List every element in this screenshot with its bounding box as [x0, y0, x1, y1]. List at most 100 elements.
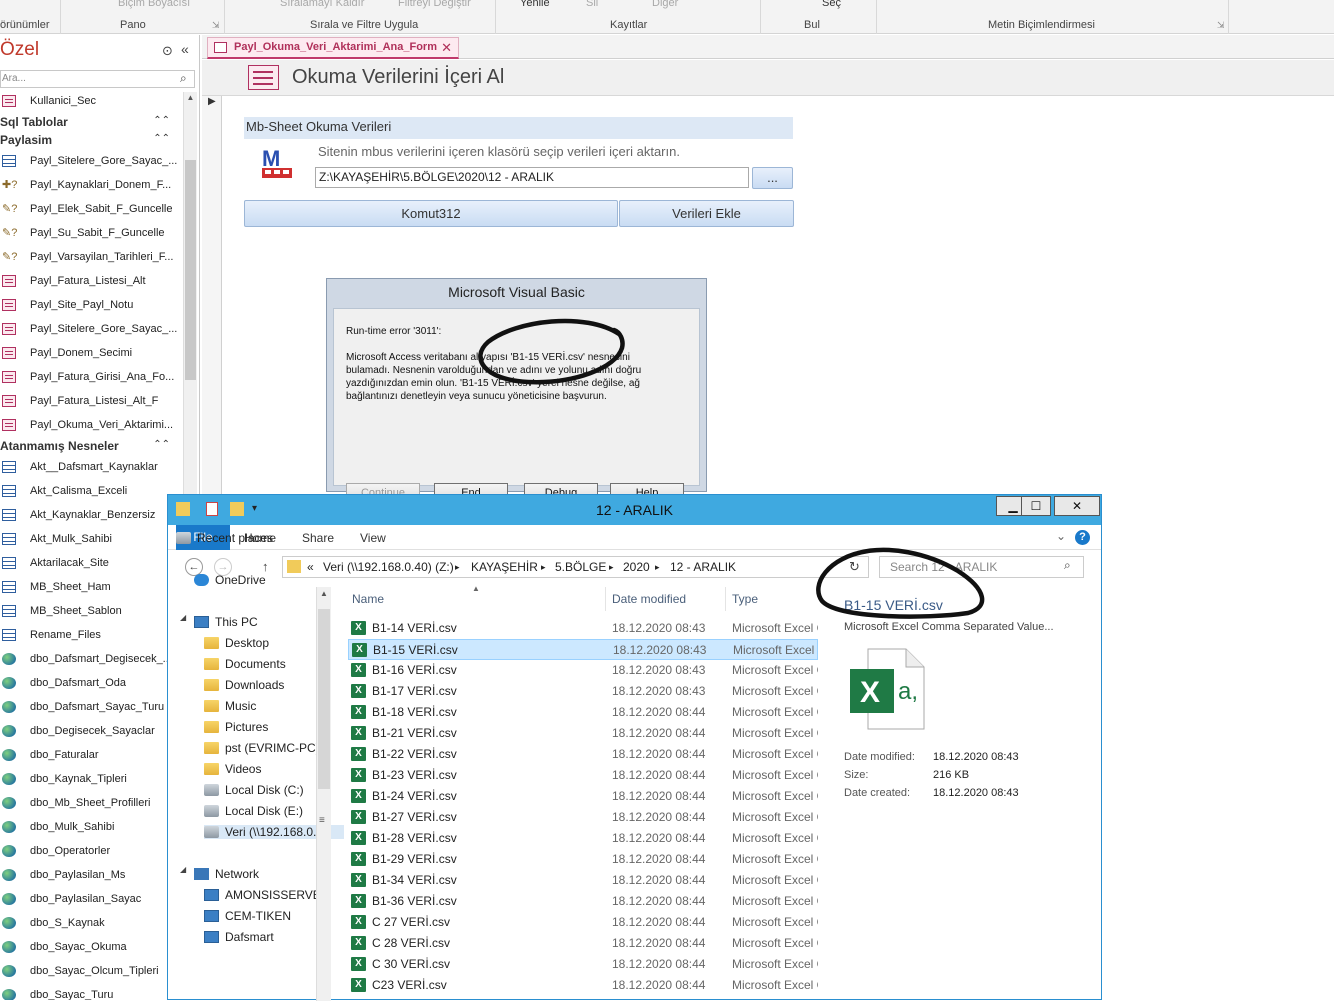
nav-item[interactable]: dbo_Dafsmart_Oda: [0, 672, 182, 694]
nav-item[interactable]: Payl_Okuma_Veri_Aktarimi...: [0, 414, 182, 436]
nav-pane-item[interactable]: Documents: [204, 657, 286, 671]
nav-group-header[interactable]: Atanmamış Nesneler ⌃⌃: [0, 439, 180, 457]
collapse-group-icon[interactable]: ⌃⌃: [153, 115, 170, 126]
breadcrumb-item[interactable]: 12 - ARALIK: [670, 557, 736, 577]
nav-item[interactable]: dbo_Sayac_Olcum_Tipleri: [0, 960, 182, 982]
nav-item[interactable]: Payl_Site_Payl_Notu: [0, 294, 182, 316]
nav-item[interactable]: ✚? Payl_Kaynaklari_Donem_F...: [0, 174, 182, 196]
nav-dropdown-icon[interactable]: ⊙: [162, 43, 173, 59]
file-row[interactable]: X B1-22 VERİ.csv 18.12.2020 08:44 Microsoft…: [348, 744, 818, 765]
breadcrumb-overflow[interactable]: «: [307, 557, 314, 577]
file-row[interactable]: X B1-18 VERİ.csv 18.12.2020 08:44 Microsoft…: [348, 702, 818, 723]
file-row[interactable]: X B1-23 VERİ.csv 18.12.2020 08:44 Microsoft…: [348, 765, 818, 786]
file-row[interactable]: X B1-16 VERİ.csv 18.12.2020 08:43 Microsoft…: [348, 660, 818, 681]
nav-item[interactable]: Rename_Files: [0, 624, 182, 646]
nav-item[interactable]: dbo_Operatorler: [0, 840, 182, 862]
nav-item[interactable]: Akt__Dafsmart_Kaynaklar: [0, 456, 182, 478]
komut312-button[interactable]: Komut312: [244, 200, 618, 227]
nav-item[interactable]: ✎? Payl_Su_Sabit_F_Guncelle: [0, 222, 182, 244]
nav-item[interactable]: dbo_Sayac_Turu: [0, 984, 182, 1000]
nav-item[interactable]: dbo_S_Kaynak: [0, 912, 182, 934]
collapse-group-icon[interactable]: ⌃⌃: [153, 439, 170, 450]
nav-pane-item[interactable]: Videos: [204, 762, 261, 776]
nav-pane-item[interactable]: CEM-TIKEN: [204, 909, 291, 923]
file-row[interactable]: X B1-24 VERİ.csv 18.12.2020 08:44 Microsoft…: [348, 786, 818, 807]
nav-pane-item[interactable]: OneDrive: [194, 573, 266, 587]
folder-path-input[interactable]: Z:\KAYAŞEHİR\5.BÖLGE\2020\12 - ARALIK: [315, 167, 749, 188]
nav-pane-item[interactable]: Local Disk (E:): [204, 804, 303, 818]
file-row[interactable]: X C 30 VERİ.csv 18.12.2020 08:44 Microsoft …: [348, 954, 818, 975]
nav-item[interactable]: dbo_Kaynak_Tipleri: [0, 768, 182, 790]
nav-pane-item[interactable]: Downloads: [204, 678, 284, 692]
nav-pane-item[interactable]: Dafsmart: [204, 930, 274, 944]
file-row[interactable]: X B1-15 VERİ.csv 18.12.2020 08:43 Microsoft…: [348, 639, 818, 660]
more-button[interactable]: Diğer: [652, 0, 678, 9]
delete-button[interactable]: Sil: [586, 0, 598, 9]
help-icon[interactable]: ?: [1075, 530, 1090, 545]
file-row[interactable]: X B1-34 VERİ.csv 18.12.2020 08:44 Microsoft…: [348, 870, 818, 891]
nav-search-input[interactable]: Ara...: [0, 70, 195, 88]
document-tab[interactable]: Payl_Okuma_Veri_Aktarimi_Ana_Form ✕: [207, 37, 459, 59]
collapse-pane-icon[interactable]: «: [181, 41, 189, 57]
nav-item[interactable]: Payl_Sitelere_Gore_Sayac_...: [0, 318, 182, 340]
nav-item[interactable]: ✎? Payl_Elek_Sabit_F_Guncelle: [0, 198, 182, 220]
nav-pane-item[interactable]: Recent places: [176, 531, 273, 545]
browse-button[interactable]: ...: [752, 167, 793, 189]
column-date-header[interactable]: Date modified: [612, 592, 686, 606]
expand-ribbon-icon[interactable]: ⌄: [1056, 529, 1066, 543]
nav-item[interactable]: dbo_Sayac_Okuma: [0, 936, 182, 958]
column-type-header[interactable]: Type: [732, 592, 758, 606]
nav-item[interactable]: Akt_Mulk_Sahibi: [0, 528, 182, 550]
breadcrumb-item[interactable]: KAYAŞEHİR: [471, 557, 538, 577]
dialog-launcher-icon[interactable]: ⇲: [1217, 20, 1225, 31]
nav-item[interactable]: dbo_Paylasilan_Sayac: [0, 888, 182, 910]
nav-item[interactable]: dbo_Dafsmart_Sayac_Turu: [0, 696, 182, 718]
file-row[interactable]: X B1-21 VERİ.csv 18.12.2020 08:44 Microsoft…: [348, 723, 818, 744]
file-row[interactable]: X B1-14 VERİ.csv 18.12.2020 08:43 Microsoft…: [348, 618, 818, 639]
nav-group-header[interactable]: Sql Tablolar ⌃⌃: [0, 115, 180, 133]
add-data-button[interactable]: Verileri Ekle: [619, 200, 794, 227]
maximize-button[interactable]: ☐: [1021, 496, 1051, 516]
nav-item[interactable]: Akt_Kaynaklar_Benzersiz: [0, 504, 182, 526]
breadcrumb-item[interactable]: Veri (\\192.168.0.40) (Z:): [323, 557, 454, 577]
nav-group-header[interactable]: Paylasim ⌃⌃: [0, 133, 180, 151]
nav-item[interactable]: dbo_Mb_Sheet_Profilleri: [0, 792, 182, 814]
close-icon[interactable]: ✕: [441, 38, 452, 57]
nav-item[interactable]: MB_Sheet_Ham: [0, 576, 182, 598]
nav-pane-item[interactable]: AMONSISSERVER: [204, 888, 329, 902]
nav-item[interactable]: dbo_Degisecek_Sayaclar: [0, 720, 182, 742]
nav-item[interactable]: Payl_Donem_Secimi: [0, 342, 182, 364]
nav-item[interactable]: Kullanici_Sec: [0, 90, 182, 112]
breadcrumb-item[interactable]: 2020: [623, 557, 650, 577]
refresh-button[interactable]: Yenile: [520, 0, 550, 9]
collapse-group-icon[interactable]: ⌃⌃: [153, 133, 170, 144]
nav-item[interactable]: dbo_Mulk_Sahibi: [0, 816, 182, 838]
toggle-filter-button[interactable]: Filtreyi Değiştir: [398, 0, 471, 9]
file-row[interactable]: X B1-36 VERİ.csv 18.12.2020 08:44 Microsoft…: [348, 891, 818, 912]
nav-pane-title[interactable]: Özel: [0, 39, 39, 61]
file-row[interactable]: X C 27 VERİ.csv 18.12.2020 08:44 Microsoft …: [348, 912, 818, 933]
nav-item[interactable]: dbo_Dafsmart_Degisecek_...: [0, 648, 182, 670]
nav-pane-item[interactable]: Pictures: [204, 720, 268, 734]
file-row[interactable]: X B1-27 VERİ.csv 18.12.2020 08:44 Microsoft…: [348, 807, 818, 828]
nav-item[interactable]: Payl_Sitelere_Gore_Sayac_...: [0, 150, 182, 172]
dialog-launcher-icon[interactable]: ⇲: [212, 20, 220, 31]
nav-item[interactable]: Payl_Fatura_Listesi_Alt: [0, 270, 182, 292]
file-row[interactable]: X B1-28 VERİ.csv 18.12.2020 08:44 Microsoft…: [348, 828, 818, 849]
nav-item[interactable]: Payl_Fatura_Listesi_Alt_F: [0, 390, 182, 412]
search-icon[interactable]: ⌕: [180, 71, 187, 86]
nav-pane-item[interactable]: pst (EVRIMC-PC): [204, 741, 320, 755]
close-button[interactable]: ✕: [1054, 496, 1100, 516]
tab-share[interactable]: Share: [302, 531, 334, 545]
up-button[interactable]: ↑: [262, 559, 269, 574]
nav-pane-item[interactable]: Desktop: [204, 636, 269, 650]
file-row[interactable]: X C23 VERİ.csv 18.12.2020 08:44 Microsoft E…: [348, 975, 818, 996]
file-row[interactable]: X B1-29 VERİ.csv 18.12.2020 08:44 Microsoft…: [348, 849, 818, 870]
tab-view[interactable]: View: [360, 531, 386, 545]
select-button[interactable]: Seç: [822, 0, 841, 9]
nav-item[interactable]: MB_Sheet_Sablon: [0, 600, 182, 622]
nav-pane-item[interactable]: Network: [194, 867, 259, 881]
nav-item[interactable]: Akt_Calisma_Exceli: [0, 480, 182, 502]
nav-item[interactable]: Aktarilacak_Site: [0, 552, 182, 574]
format-painter-button[interactable]: Biçim Boyacısı: [118, 0, 190, 9]
